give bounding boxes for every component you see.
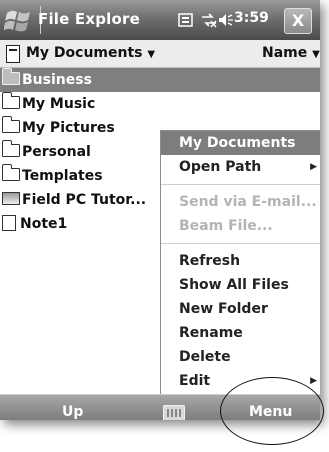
- file-name: Templates: [22, 168, 103, 184]
- menu-item-open-path[interactable]: Open Path ▶: [161, 155, 320, 179]
- file-name: My Pictures: [22, 120, 115, 136]
- sort-label: Name: [262, 45, 308, 61]
- menu-header: My Documents: [161, 131, 320, 155]
- keyboard-icon[interactable]: [163, 405, 185, 420]
- program-icon: [2, 192, 20, 205]
- folder-icon: [1, 164, 20, 181]
- title-bar: File Explore 3:59 X: [0, 0, 320, 40]
- chevron-right-icon: ▶: [310, 162, 317, 172]
- menu-item-label: New Folder: [179, 301, 268, 317]
- list-item[interactable]: My Music: [0, 92, 320, 116]
- context-menu: My Documents Open Path ▶ Send via E-mail…: [160, 130, 320, 395]
- note-icon: [2, 215, 16, 231]
- speaker-icon[interactable]: [218, 12, 234, 28]
- menu-item-label: Send via E-mail...: [179, 194, 317, 210]
- menu-item-beam-file: Beam File...: [161, 214, 320, 238]
- file-name: Business: [22, 72, 92, 88]
- connectivity-icon[interactable]: [200, 12, 218, 28]
- device-screen: File Explore 3:59 X My Documents ▼ Name …: [0, 0, 320, 420]
- highlight-circle: [220, 377, 324, 445]
- file-name: Note1: [20, 216, 68, 232]
- folder-icon: [1, 116, 20, 133]
- menu-item-label: Refresh: [179, 253, 241, 269]
- menu-item-label: Delete: [179, 349, 231, 365]
- chevron-down-icon: ▼: [312, 49, 320, 60]
- clock[interactable]: 3:59: [234, 10, 269, 26]
- menu-item-delete[interactable]: Delete: [161, 345, 320, 369]
- file-name: My Music: [22, 96, 96, 112]
- windows-start-icon[interactable]: [4, 7, 34, 33]
- file-name: Field PC Tutor...: [22, 192, 147, 208]
- folder-icon: [1, 68, 20, 85]
- menu-item-send-email: Send via E-mail...: [161, 190, 320, 214]
- menu-item-label: Show All Files: [179, 277, 289, 293]
- app-title: File Explore: [38, 10, 141, 28]
- document-icon: [6, 45, 20, 63]
- close-button[interactable]: X: [284, 8, 312, 34]
- menu-item-label: Beam File...: [179, 218, 273, 234]
- menu-divider: [161, 243, 320, 244]
- sort-dropdown[interactable]: Name ▼: [262, 45, 320, 61]
- menu-item-label: Rename: [179, 325, 243, 341]
- menu-item-rename[interactable]: Rename: [161, 321, 320, 345]
- file-name: Personal: [22, 144, 91, 160]
- menu-item-label: Open Path: [179, 159, 262, 175]
- folder-icon: [1, 140, 20, 157]
- up-softkey[interactable]: Up: [62, 404, 83, 420]
- chevron-down-icon: ▼: [147, 49, 156, 60]
- menu-divider: [161, 184, 320, 185]
- list-item[interactable]: Business: [0, 68, 320, 92]
- menu-item-label: Edit: [179, 373, 211, 389]
- menu-item-refresh[interactable]: Refresh: [161, 249, 320, 273]
- tile-icon[interactable]: [178, 12, 194, 28]
- menu-item-show-all-files[interactable]: Show All Files: [161, 273, 320, 297]
- current-folder-label: My Documents: [26, 45, 143, 61]
- navigation-bar: My Documents ▼ Name ▼: [0, 40, 320, 68]
- folder-icon: [1, 92, 20, 109]
- menu-item-new-folder[interactable]: New Folder: [161, 297, 320, 321]
